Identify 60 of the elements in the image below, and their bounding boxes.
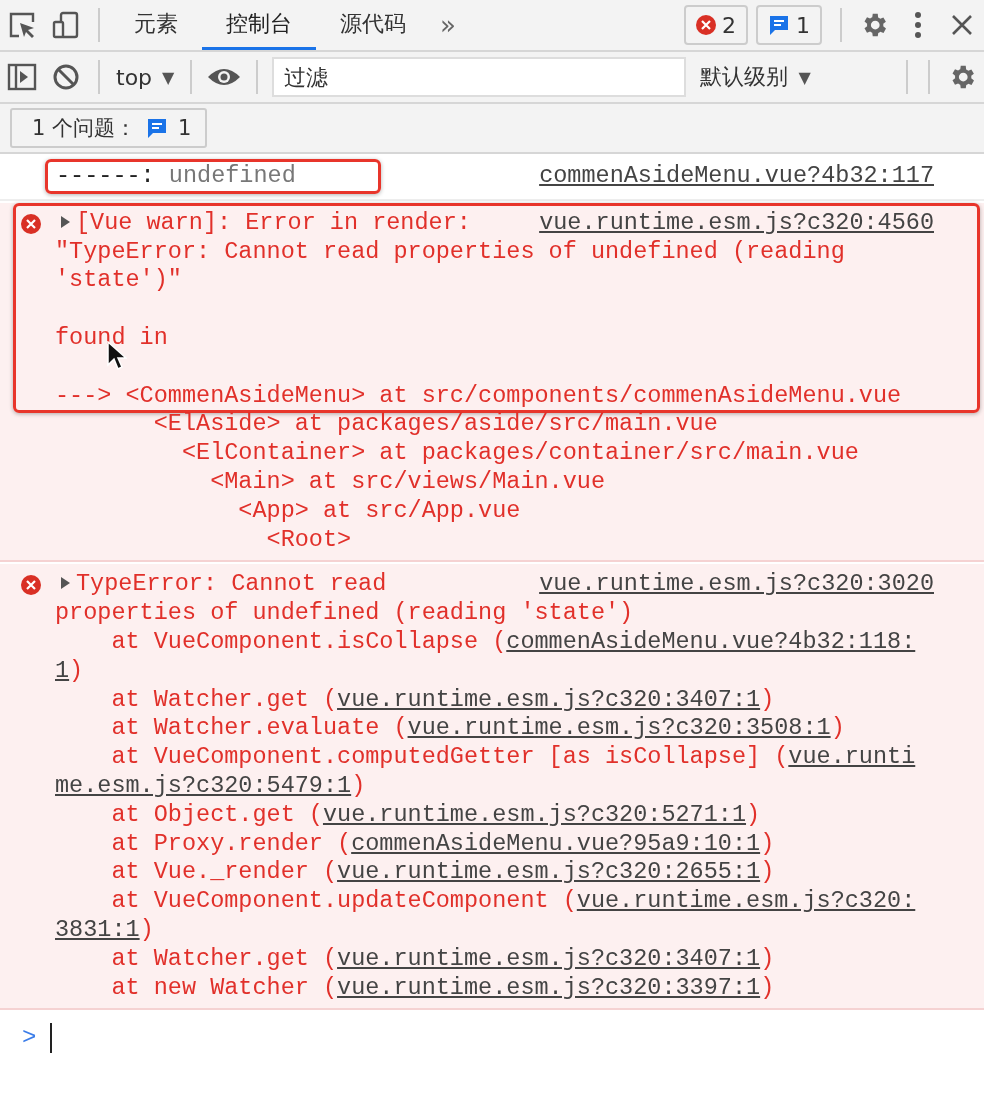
context-dropdown[interactable]: top ▼ — [110, 64, 181, 90]
issues-button[interactable]: 1 个问题： 1 — [10, 108, 208, 148]
source-link[interactable]: commenAsideMenu.vue?4b32:117 — [539, 162, 934, 191]
stack-trace-line: at Watcher.evaluate (vue.runtime.esm.js?c320:3508:1) — [110, 714, 845, 742]
stack-trace-line: at new Watcher (vue.runtime.esm.js?c320:3397:1) — [110, 973, 775, 1001]
source-link[interactable]: commenAsideMenu.vue?4b32:118: — [506, 627, 916, 655]
error-count-badge[interactable]: 2 — [684, 5, 748, 45]
stack-trace-line: at Watcher.get (vue.runtime.esm.js?c320:3407:1) — [110, 944, 775, 972]
error-message-line: "TypeError: Cannot read properties of undefined (reading — [55, 237, 845, 265]
log-levels-dropdown[interactable]: 默认级别 ▼ — [700, 62, 811, 92]
error-message-line: TypeError: Cannot read — [76, 570, 387, 598]
error-message-line: <App> at src/App.vue — [237, 496, 521, 524]
stack-trace-line: at Proxy.render (commenAsideMenu.vue?95a9:10:1) — [110, 829, 775, 857]
stack-trace-line: at VueComponent.computedGetter [as isCollapse] (vue.runti — [110, 743, 916, 771]
source-link[interactable]: vue.runtime.esm.js?c320:2655:1 — [337, 858, 761, 886]
source-link[interactable]: vue.runtime.esm.js?c320:5271:1 — [322, 800, 747, 828]
error-icon — [696, 15, 716, 35]
stack-trace-line: 3831:1) — [55, 915, 154, 943]
error-message-line: <Root> — [265, 525, 352, 553]
error-icon — [21, 213, 41, 234]
text-cursor[interactable] — [50, 1023, 53, 1054]
source-link[interactable]: vue.runtime.esm.js?c320:3508:1 — [407, 714, 831, 742]
source-link[interactable]: vue.runtime.esm.js?c320:3397:1 — [337, 973, 761, 1001]
expand-triangle-icon[interactable] — [61, 577, 70, 590]
error-message-line: <Main> at src/views/Main.vue — [209, 467, 605, 495]
source-link[interactable]: vue.runtime.esm.js?c320:3407:1 — [337, 944, 761, 972]
stack-trace-line: me.esm.js?c320:5479:1) — [55, 771, 366, 799]
message-icon — [768, 14, 790, 36]
expand-triangle-icon[interactable] — [61, 215, 70, 228]
source-link[interactable]: vue.runti — [788, 743, 916, 771]
message-count-badge[interactable]: 1 — [756, 5, 822, 45]
stack-trace-line: at Vue._render (vue.runtime.esm.js?c320:2655:1) — [110, 858, 775, 886]
stack-trace-line: at VueComponent.updateComponent (vue.runtime.esm.js?c320: — [110, 887, 916, 915]
log-message: ------: undefined — [56, 162, 296, 189]
error-message-line: <ElAside> at packages/aside/src/main.vue — [152, 410, 718, 438]
tab[interactable]: 元素 — [110, 0, 202, 50]
source-link[interactable]: vue.runtime.esm.js?c320:4560 — [539, 208, 934, 238]
prompt-chevron: > — [22, 1023, 37, 1053]
filter-field[interactable]: 过滤 — [272, 57, 687, 97]
source-link[interactable]: vue.runtime.esm.js?c320: — [576, 887, 916, 915]
message-icon — [146, 117, 169, 139]
error-message-line: [Vue warn]: Error in render: — [76, 208, 471, 236]
error-message-line: 'state')" — [55, 266, 182, 294]
source-link[interactable]: me.esm.js?c320:5479:1 — [55, 771, 352, 799]
error-message-line: <ElContainer> at packages/container/src/main.vue — [180, 439, 859, 467]
stack-trace-line: at Object.get (vue.runtime.esm.js?c320:5271:1) — [110, 800, 761, 828]
stack-trace-line: 1) — [55, 656, 84, 684]
source-link[interactable]: 3831:1 — [55, 915, 140, 943]
error-message-line: ---> <CommenAsideMenu> at src/components/commenAsideMenu.vue — [55, 381, 902, 409]
source-link[interactable]: vue.runtime.esm.js?c320:3407:1 — [337, 685, 761, 713]
more-tabs-button[interactable]: » — [430, 10, 466, 40]
error-icon — [21, 575, 41, 596]
source-link[interactable]: commenAsideMenu.vue?95a9:10:1 — [351, 829, 761, 857]
error-message-line: properties of undefined (reading 'state') — [55, 599, 634, 627]
stack-trace-line: at Watcher.get (vue.runtime.esm.js?c320:3407:1) — [110, 685, 775, 713]
tab[interactable]: 源代码 — [316, 0, 430, 50]
stack-trace-line: at VueComponent.isCollapse (commenAsideMenu.vue?4b32:118: — [110, 627, 916, 655]
source-link[interactable]: 1 — [55, 656, 70, 684]
source-link[interactable]: vue.runtime.esm.js?c320:3020 — [539, 570, 934, 600]
error-message-line: found in — [55, 324, 168, 351]
